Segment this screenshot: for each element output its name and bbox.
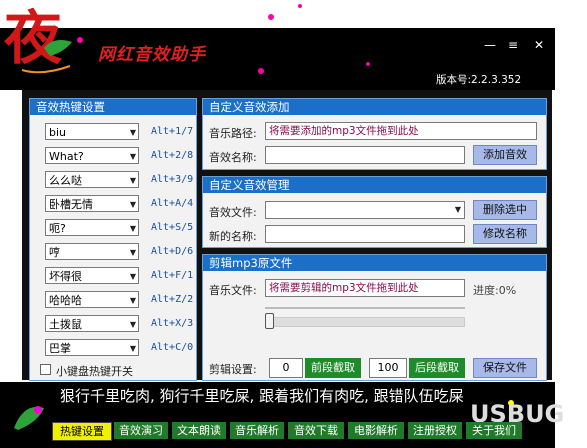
sound-name-label: 音效名称: <box>209 151 257 164</box>
hotkey-sound-value: 卧槽无情 <box>49 198 93 211</box>
hotkey-label: Alt+C/0 <box>151 342 194 353</box>
hotkey-sound-select[interactable]: 坏得很 ▼ <box>45 267 139 284</box>
front-cut-button[interactable]: 前段截取 <box>305 358 361 378</box>
chevron-down-icon: ▼ <box>129 224 136 233</box>
decor-star <box>366 62 370 66</box>
hotkey-label: Alt+2/8 <box>151 150 194 161</box>
hotkey-sound-value: 土拨鼠 <box>49 318 82 331</box>
minimize-icon[interactable]: — <box>484 38 496 52</box>
start-value-field[interactable]: 0 <box>269 358 303 378</box>
hotkey-label: Alt+Z/2 <box>151 294 194 305</box>
hotkey-sound-select[interactable]: What? ▼ <box>45 147 139 164</box>
nav-tab[interactable]: 音效下载 <box>288 422 344 439</box>
chevron-down-icon: ▼ <box>129 320 136 329</box>
hotkey-sound-value: What? <box>49 150 84 163</box>
hotkey-sound-value: 哼 <box>49 246 60 259</box>
music-path-label: 音乐路径: <box>209 127 257 140</box>
hotkey-sound-value: 坏得很 <box>49 270 82 283</box>
decor-flower-icon <box>14 406 44 430</box>
hotkey-sound-value: 哈哈哈 <box>49 294 82 307</box>
progress-label: 进度:0% <box>473 284 517 297</box>
trim-slider-thumb[interactable] <box>265 313 274 329</box>
add-sound-button[interactable]: 添加音效 <box>473 145 537 165</box>
delete-selected-button[interactable]: 删除选中 <box>473 200 537 220</box>
app-title: 网红音效助手 <box>98 45 206 65</box>
manage-panel-title: 自定义音效管理 <box>203 177 546 193</box>
keyboard-toggle-label: 小键盘热键开关 <box>56 365 133 378</box>
nav-tab[interactable]: 关于我们 <box>466 422 522 439</box>
trim-track <box>265 307 465 309</box>
cut-mp3-panel: 剪辑mp3原文件 音乐文件: 将需要剪辑的mp3文件拖到此处 进度:0% 剪辑设… <box>202 254 547 381</box>
version-label: 版本号:2.2.3.352 <box>436 74 522 86</box>
chevron-down-icon: ▼ <box>129 344 136 353</box>
close-icon[interactable]: ✕ <box>534 38 544 52</box>
nav-tab[interactable]: 文本朗读 <box>172 422 226 439</box>
sound-file-label: 音效文件: <box>209 206 257 219</box>
hotkey-label: Alt+A/4 <box>151 198 194 209</box>
music-file-field[interactable]: 将需要剪辑的mp3文件拖到此处 <box>265 279 465 297</box>
hotkey-sound-select[interactable]: 哼 ▼ <box>45 243 139 260</box>
sound-file-select[interactable]: ▼ <box>265 201 465 219</box>
nav-tab[interactable]: 音效演习 <box>114 422 168 439</box>
chevron-down-icon: ▼ <box>129 200 136 209</box>
hotkey-label: Alt+X/3 <box>151 318 194 329</box>
cut-panel-title: 剪辑mp3原文件 <box>203 255 546 271</box>
back-cut-button[interactable]: 后段截取 <box>409 358 465 378</box>
decor-star <box>268 14 274 20</box>
hotkey-sound-value: 呃? <box>49 222 66 235</box>
manage-sound-panel: 自定义音效管理 音效文件: ▼ 删除选中 新的名称: 修改名称 <box>202 176 547 248</box>
add-sound-panel: 自定义音效添加 音乐路径: 将需要添加的mp3文件拖到此处 音效名称: 添加音效 <box>202 98 547 170</box>
hotkey-sound-value: biu <box>49 126 67 139</box>
chevron-down-icon: ▼ <box>129 248 136 257</box>
chevron-down-icon: ▼ <box>129 152 136 161</box>
hotkey-label: Alt+3/9 <box>151 174 194 185</box>
rename-button[interactable]: 修改名称 <box>473 224 537 244</box>
save-file-button[interactable]: 保存文件 <box>473 358 537 378</box>
app-logo: 夜 <box>3 4 83 74</box>
hotkey-label: Alt+S/5 <box>151 222 194 233</box>
chevron-down-icon: ▼ <box>129 128 136 137</box>
hotkey-sound-value: 么么哒 <box>49 174 82 187</box>
add-panel-title: 自定义音效添加 <box>203 99 546 115</box>
decor-star <box>298 4 302 8</box>
hotkey-panel-title: 音效热键设置 <box>30 99 196 115</box>
nav-tab[interactable]: 热键设置 <box>52 422 112 441</box>
nav-tab[interactable]: 注册授权 <box>408 422 462 439</box>
hotkey-label: Alt+1/7 <box>151 126 194 137</box>
chevron-down-icon: ▼ <box>129 272 136 281</box>
decor-star <box>258 68 264 74</box>
chevron-down-icon: ▼ <box>129 176 136 185</box>
trim-slider[interactable] <box>265 317 465 327</box>
end-value-field[interactable]: 100 <box>369 358 407 378</box>
hotkey-panel: 音效热键设置 biu ▼ Alt+1/7 What? ▼ Alt+2/8 么么哒 ▼ Alt+3… <box>29 98 197 381</box>
nav-tab[interactable]: 电影解析 <box>348 422 404 439</box>
new-name-field[interactable] <box>265 225 465 243</box>
chevron-down-icon: ▼ <box>454 205 461 214</box>
cut-settings-label: 剪辑设置: <box>209 363 257 376</box>
nav-tab[interactable]: 音乐解析 <box>230 422 284 439</box>
music-file-label: 音乐文件: <box>209 284 257 297</box>
hotkey-label: Alt+F/1 <box>151 270 194 281</box>
hotkey-label: Alt+D/6 <box>151 246 194 257</box>
new-name-label: 新的名称: <box>209 230 257 243</box>
chevron-down-icon: ▼ <box>129 296 136 305</box>
hotkey-sound-select[interactable]: 土拨鼠 ▼ <box>45 315 139 332</box>
hotkey-sound-select[interactable]: 哈哈哈 ▼ <box>45 291 139 308</box>
svg-text:夜: 夜 <box>3 4 63 72</box>
hotkey-sound-select[interactable]: 呃? ▼ <box>45 219 139 236</box>
hotkey-sound-select[interactable]: 巴掌 ▼ <box>45 339 139 356</box>
hotkey-sound-select[interactable]: biu ▼ <box>45 123 139 140</box>
keyboard-toggle-checkbox[interactable] <box>40 364 51 375</box>
hotkey-sound-value: 巴掌 <box>49 342 71 355</box>
sound-name-field[interactable] <box>265 146 465 164</box>
menu-icon[interactable]: ≡ <box>508 38 518 52</box>
hotkey-sound-select[interactable]: 卧槽无情 ▼ <box>45 195 139 212</box>
hotkey-sound-select[interactable]: 么么哒 ▼ <box>45 171 139 188</box>
music-path-field[interactable]: 将需要添加的mp3文件拖到此处 <box>265 122 537 140</box>
